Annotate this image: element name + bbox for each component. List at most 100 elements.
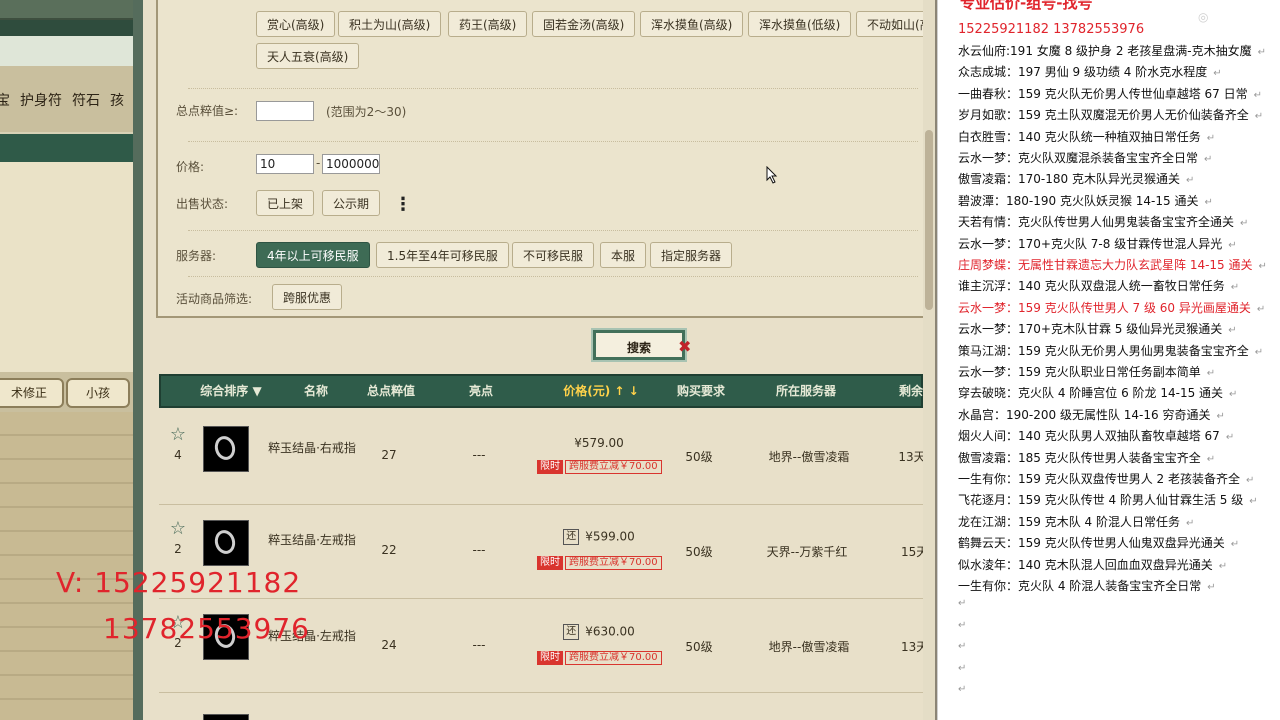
server-option-this[interactable]: 本服 [600,242,647,268]
price-min-input[interactable]: 10 [256,154,314,174]
divider-line [188,230,918,231]
return-mark-icon: ↵ [958,598,967,610]
return-mark-icon: ↵ [1204,196,1213,208]
note-line: 水晶宫：190-200 级无属性队 14-16 穷奇通关 ↵ [958,406,1225,423]
table-header: 综合排序 ▼ 名称 总点粹值 亮点 价格(元) ↑ ↓ 购买要求 所在服务器 剩… [159,374,923,408]
side-panel-header [0,20,133,36]
more-options-icon[interactable]: ⋮ [394,194,412,215]
return-mark-icon: ↵ [1218,560,1228,572]
return-mark-icon: ↵ [1213,68,1222,80]
item-name[interactable]: 粹玉结晶·右戒指 [267,440,357,457]
note-line-text: 白衣胜雪：140 克火队统一种植双抽日常任务 [958,129,1201,144]
item-thumbnail[interactable] [203,520,249,566]
note-line-text: 岁月如歌：159 克土队双魔混无价男人无价仙装备齐全 [958,108,1249,123]
name-header: 名称 [303,384,328,398]
return-mark-icon: ↵ [1185,517,1195,529]
note-line-text: 云水一梦：170+克木队甘霖 5 级仙异光灵猴通关 [958,322,1223,337]
server-option-no-migrate[interactable]: 不可移民服 [512,242,595,268]
status-public-button[interactable]: 公示期 [322,190,381,216]
notes-phones: 15225921182 13782553976 [958,22,1145,37]
note-line-text: 谁主沉浮：140 克火队双盘混人统一畜牧日常任务 [958,279,1225,294]
note-line: 天若有情：克火队传世男人仙男鬼装备宝宝齐全通关 ↵ [958,213,1248,230]
note-line-text: 云水一梦：170+克火队 7-8 级甘霖传世混人异光 [958,236,1223,251]
note-line-text: 策马江湖：159 克火队无价男人男仙男鬼装备宝宝齐全 [958,343,1249,358]
total-header: 总点粹值 [366,384,415,398]
note-line-text: 龙在江湖：159 克木队 4 阶混人日常任务 [958,514,1180,529]
status-listed-button[interactable]: 已上架 [256,190,315,216]
close-icon[interactable]: ✖ [678,337,691,356]
side-button-child[interactable]: 小孩 [66,378,130,408]
note-line: 策马江湖：159 克火队无价男人男仙男鬼装备宝宝齐全 ↵ [958,342,1263,359]
filter-chip[interactable]: 浑水摸鱼(高级) [640,11,744,37]
side-tab[interactable]: 符石 [72,93,100,109]
note-line-text: 碧波潭：180-190 克火队妖灵猴 14-15 通关 [958,193,1199,208]
return-mark-icon: ↵ [1230,539,1240,551]
filter-chip[interactable]: 浑水摸鱼(低级) [748,11,852,37]
filter-chip[interactable]: 不动如山(高 [856,11,923,37]
note-line: 穿去破晓：克火队 4 阶睡宫位 6 阶龙 14-15 通关 ↵ [958,384,1237,401]
filter-chip[interactable]: 固若金汤(高级) [532,11,636,37]
discount-tag: 限时 跨服费立减￥70.00 [537,556,662,570]
side-panel-tabs: 宝护身符 符石孩 [0,90,129,110]
side-tab[interactable]: 护身符 [20,93,62,109]
note-line-text: 穿去破晓：克火队 4 阶睡宫位 6 阶龙 14-15 通关 [958,386,1224,401]
server-option-1-5y[interactable]: 1.5年至4年可移民服 [376,242,509,268]
return-icon: 还 [563,624,580,640]
highlight-value: --- [472,543,486,557]
favorite-star-icon[interactable]: ☆ [169,520,187,538]
note-line: 水云仙府:191 女魔 8 级护身 2 老孩星盘满-克木抽女魔 ↵ [958,42,1266,59]
page-scrollbar[interactable] [923,0,935,720]
server-header: 所在服务器 [775,384,836,398]
return-mark-icon: ↵ [1257,47,1267,58]
price-header[interactable]: 价格(元) ↑ ↓ [546,376,656,406]
sort-header[interactable]: 综合排序 ▼ [191,376,271,406]
side-tab[interactable]: 宝 [0,93,10,109]
note-line-text: 众志成城：197 男仙 9 级功绩 4 阶水克水程度 [958,65,1208,80]
filter-panel: 赏心(高级) 积土为山(高级) 药王(高级) 固若金汤(高级) 浑水摸鱼(高级)… [156,0,923,318]
divider-line [188,88,918,89]
note-line: 飞花逐月：159 克火队传世 4 阶男人仙甘霖生活 5 级 ↵ [958,491,1258,508]
total-value-input[interactable] [256,101,314,121]
return-mark-icon: ↵ [1206,453,1216,465]
note-line-text: 飞花逐月：159 克火队传世 4 阶男人仙甘霖生活 5 级 [958,493,1244,508]
server-option-specified[interactable]: 指定服务器 [650,242,733,268]
return-icon: 还 [563,529,580,545]
return-mark-icon: ↵ [1254,346,1264,358]
server-value: 地界--傲雪凌霜 [768,450,850,464]
return-mark-icon: ↵ [1206,132,1216,144]
total-value: 22 [381,543,397,557]
price-max-input[interactable]: 1000000 [322,154,380,174]
server-option-4y[interactable]: 4年以上可移民服 [256,242,370,268]
remain-header: 剩余 [898,384,923,398]
return-mark-icon: ↵ [1249,496,1258,508]
note-line-text: 水晶宫：190-200 级无属性队 14-16 穷奇通关 [958,407,1211,422]
note-line-text: 傲雪凌霜：170-180 克木队异光灵猴通关 [958,172,1180,187]
return-mark-icon: ↵ [958,619,967,631]
scrollbar-thumb[interactable] [925,130,933,310]
note-line-text: 烟火人间：140 克火队男人双抽队畜牧卓越塔 67 [958,429,1220,444]
limited-badge: 限时 [537,651,563,665]
requirement-value: 50级 [685,450,713,464]
item-name[interactable]: 粹玉结晶·左戒指 [267,532,357,549]
remain-value: 13天 [898,450,923,464]
activity-crossserver-button[interactable]: 跨服优惠 [272,284,343,310]
total-value: 24 [381,638,397,652]
filter-chip[interactable]: 药王(高级) [448,11,528,37]
search-button[interactable]: 搜索 [593,330,685,360]
filter-chip[interactable]: 积土为山(高级) [338,11,442,37]
table-row[interactable]: ☆ 4 粹玉结晶·右戒指 27 --- ¥579.00 限时 跨服费立减￥70.0… [159,410,923,505]
note-line: 白衣胜雪：140 克火队统一种植双抽日常任务 ↵ [958,128,1215,145]
note-line: 龙在江湖：159 克木队 4 阶混人日常任务 ↵ [958,513,1194,530]
item-thumbnail[interactable] [203,426,249,472]
notes-document: 专业估价-组号-找号 15225921182 13782553976 水云仙府:… [937,0,1280,720]
return-mark-icon: ↵ [1254,111,1264,123]
filter-chip[interactable]: 赏心(高级) [256,11,336,37]
limited-badge: 限时 [537,460,563,474]
side-tab[interactable]: 孩 [110,93,124,109]
filter-chip[interactable]: 天人五衰(高级) [256,43,360,69]
price-value: 还 ¥630.00 [539,624,659,640]
note-line-text: 云水一梦：159 克火队传世男人 7 级 60 异光画屋通关 [958,300,1251,315]
item-thumbnail[interactable] [203,714,249,720]
favorite-star-icon[interactable]: ☆ [169,426,187,444]
side-button-correction[interactable]: 术修正 [0,378,64,408]
